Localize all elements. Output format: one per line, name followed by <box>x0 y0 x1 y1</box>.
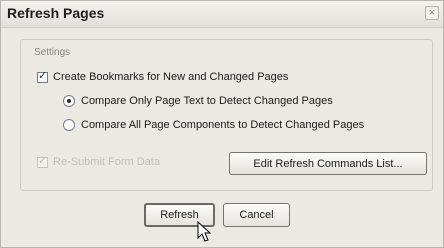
create-bookmarks-label: Create Bookmarks for New and Changed Pag… <box>53 71 289 83</box>
create-bookmarks-option[interactable]: ✓ Create Bookmarks for New and Changed P… <box>37 69 289 83</box>
check-icon: ✓ <box>38 154 48 167</box>
cancel-button[interactable]: Cancel <box>223 203 290 227</box>
compare-components-label: Compare All Page Components to Detect Ch… <box>81 119 365 131</box>
edit-refresh-commands-button[interactable]: Edit Refresh Commands List... <box>229 152 427 175</box>
compare-components-radio[interactable] <box>63 119 75 131</box>
check-icon: ✓ <box>38 69 48 82</box>
arrow-pointer-icon <box>197 221 212 242</box>
resubmit-form-data-option: ✓ Re-Submit Form Data <box>37 154 160 168</box>
resubmit-form-data-label: Re-Submit Form Data <box>53 156 160 168</box>
compare-text-label: Compare Only Page Text to Detect Changed… <box>81 95 333 107</box>
radio-selected-dot <box>67 99 71 103</box>
compare-components-option[interactable]: Compare All Page Components to Detect Ch… <box>63 119 364 131</box>
close-icon[interactable]: × <box>425 6 439 20</box>
compare-text-radio[interactable] <box>63 95 75 107</box>
refresh-pages-dialog: Refresh Pages × Settings ✓ Create Bookma… <box>0 0 444 248</box>
compare-text-option[interactable]: Compare Only Page Text to Detect Changed… <box>63 95 333 107</box>
settings-group-label: Settings <box>34 47 71 58</box>
create-bookmarks-checkbox[interactable]: ✓ <box>37 69 48 83</box>
title-bar: Refresh Pages × <box>1 1 443 28</box>
resubmit-form-data-checkbox: ✓ <box>37 154 48 168</box>
dialog-title: Refresh Pages <box>7 5 105 21</box>
